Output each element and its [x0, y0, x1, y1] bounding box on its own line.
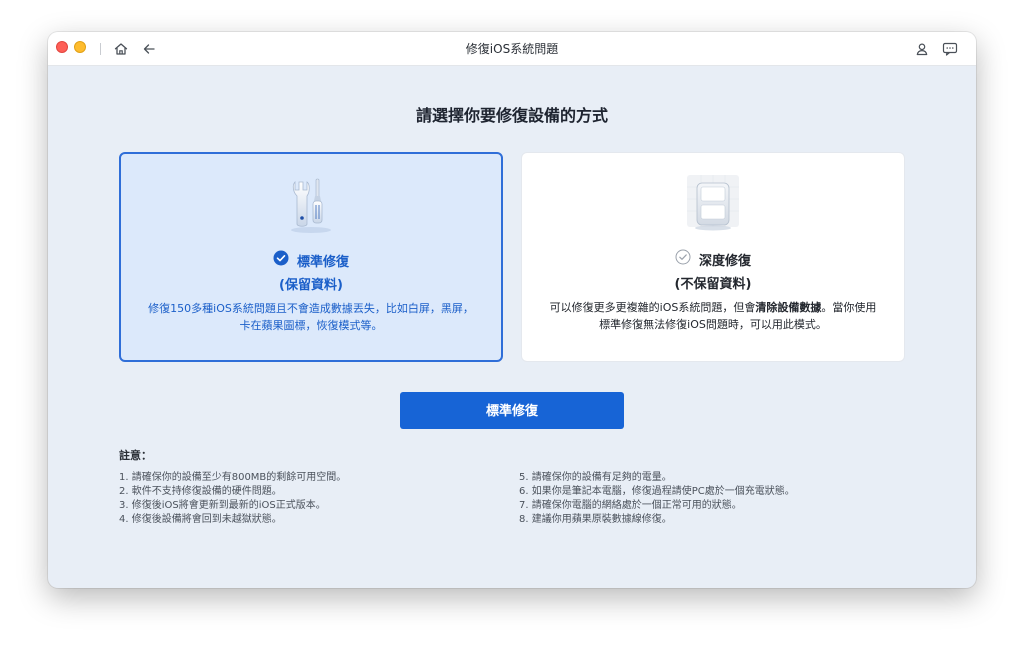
notes-list-right: 5. 請確保你的設備有足夠的電量。 6. 如果你是筆記本電腦，修復過程請使PC處…	[519, 471, 795, 527]
note-item: 8. 建議你用蘋果原裝數據線修復。	[519, 514, 672, 525]
note-item: 6. 如果你是筆記本電腦，修復過程請使PC處於一個充電狀態。	[519, 486, 795, 497]
deep-repair-description-part1: 可以修復更多更複雜的iOS系統問題，但會	[549, 301, 756, 314]
window-title: 修復iOS系統問題	[465, 42, 559, 56]
standard-repair-title: 標準修復	[296, 254, 349, 270]
deep-repair-title-row: 深度修復	[522, 249, 904, 269]
feedback-icon[interactable]	[941, 40, 959, 58]
notes-title: 註意：	[119, 449, 152, 462]
standard-repair-button[interactable]: 標準修復	[400, 392, 624, 429]
standard-repair-title-row: 標準修復	[121, 250, 501, 270]
notes-list-left: 1. 請確保你的設備至少有800MB的剩餘可用空間。 2. 軟件不支持修復設備的…	[119, 471, 346, 527]
note-item: 7. 請確保你電腦的網絡處於一個正常可用的狀態。	[519, 500, 742, 511]
standard-repair-description: 修復150多種iOS系統問題且不會造成數據丟失，比如白屏，黑屏，卡在蘋果圖標，恢…	[148, 302, 474, 332]
standard-repair-subtitle: (保留資料)	[279, 278, 343, 293]
deep-repair-description: 可以修復更多更複雜的iOS系統問題，但會清除設備數據。當你使用標準修復無法修復i…	[546, 299, 880, 333]
app-window: 修復iOS系統問題 請選擇你要修復設備的方式 標準修復 (保留資料) 修復150…	[48, 32, 976, 588]
deep-repair-subtitle: (不保留資料)	[674, 277, 752, 292]
title-bar: 修復iOS系統問題	[48, 32, 976, 66]
user-icon[interactable]	[913, 40, 931, 58]
check-circle-icon	[273, 250, 289, 270]
device-repair-icon	[522, 173, 904, 233]
deep-repair-title: 深度修復	[698, 253, 751, 269]
deep-repair-card[interactable]: 深度修復 (不保留資料) 可以修復更多更複雜的iOS系統問題，但會清除設備數據。…	[521, 152, 905, 362]
note-item: 3. 修復後iOS將會更新到最新的iOS正式版本。	[119, 500, 326, 511]
note-item: 1. 請確保你的設備至少有800MB的剩餘可用空間。	[119, 472, 347, 483]
note-item: 4. 修復後設備將會回到未越獄狀態。	[119, 514, 282, 525]
wrench-screwdriver-icon	[121, 174, 501, 234]
check-circle-outline-icon	[675, 249, 691, 269]
back-arrow-icon[interactable]	[140, 40, 158, 58]
deep-repair-warning: 清除設備數據	[755, 301, 822, 314]
home-icon[interactable]	[112, 40, 130, 58]
note-item: 5. 請確保你的設備有足夠的電量。	[519, 472, 672, 483]
note-item: 2. 軟件不支持修復設備的硬件問題。	[119, 486, 282, 497]
page-heading: 請選擇你要修復設備的方式	[415, 106, 608, 125]
standard-repair-card[interactable]: 標準修復 (保留資料) 修復150多種iOS系統問題且不會造成數據丟失，比如白屏…	[119, 152, 503, 362]
